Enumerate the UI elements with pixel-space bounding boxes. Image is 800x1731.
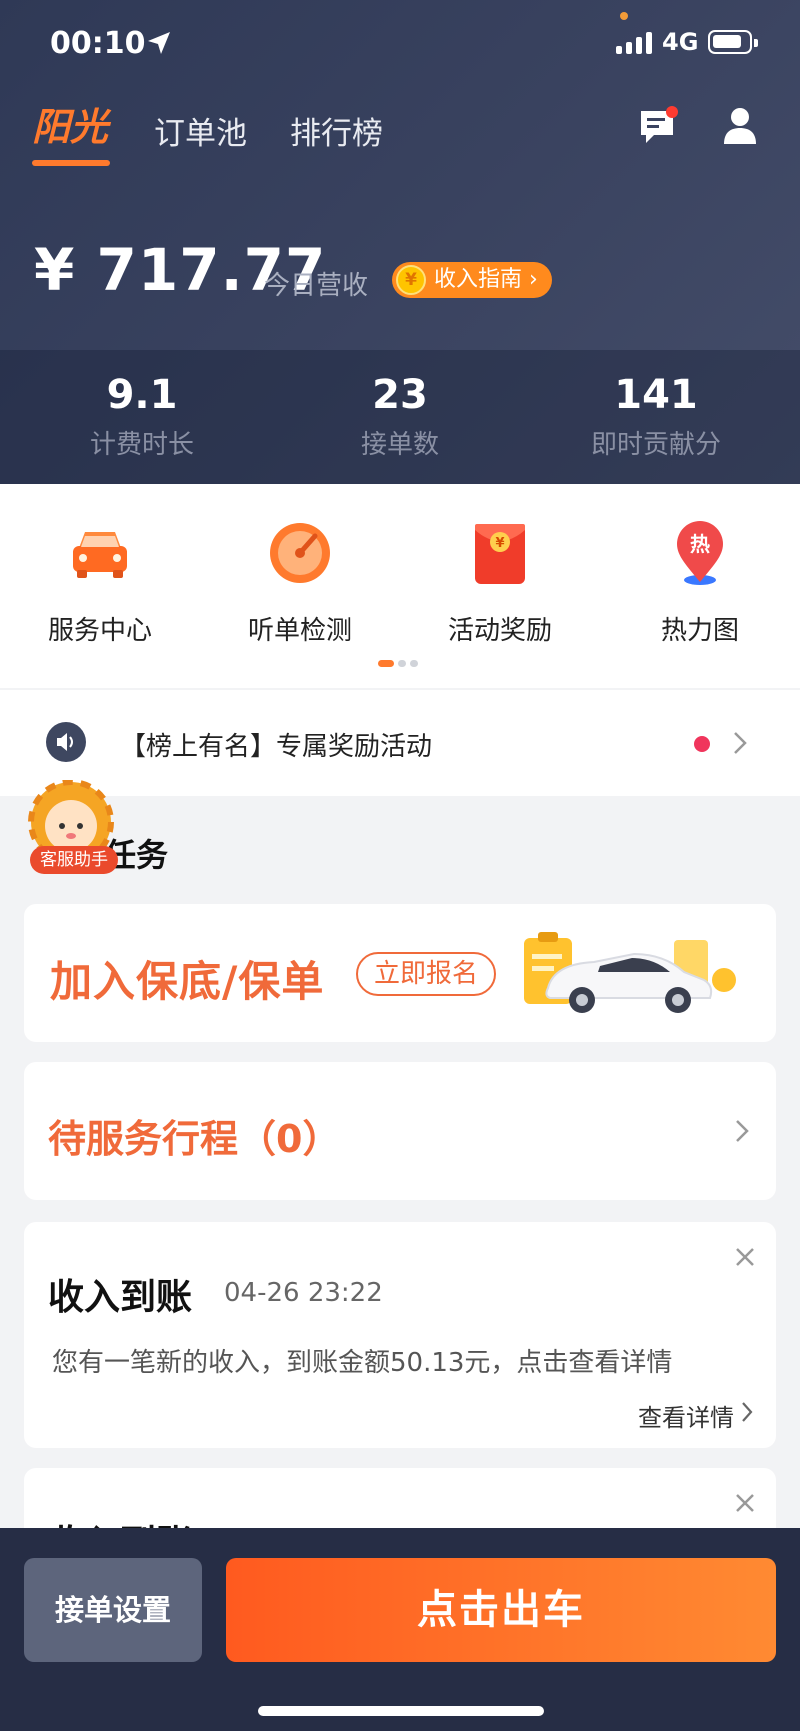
stat-order-count[interactable]: 23 接单数 [280,372,520,461]
stat-billing-hours[interactable]: 9.1 计费时长 [22,372,262,461]
car-icon [65,518,135,588]
user-profile-icon[interactable] [722,106,758,144]
income-title: 收入到账 [48,1277,193,1318]
active-tab-indicator [32,160,110,166]
quick-action-label: 服务中心 [47,616,152,646]
quick-action-heatmap[interactable]: 热 热力图 [600,518,800,647]
unread-dot [666,106,678,118]
stat-label: 即时贡献分 [590,430,721,460]
close-icon[interactable] [734,1492,756,1514]
status-time: 00:10 [50,26,146,61]
header: 00:10 4G 阳光 订单池 排行榜 ¥ 717.77 今日营收 ¥ 收入指南… [0,0,800,484]
coin-icon: ¥ [396,265,426,295]
helper-badge[interactable]: 客服助手 [30,846,118,874]
page-indicator [378,660,418,667]
heatmap-pin-icon: 热 [665,518,735,588]
privacy-indicator-dot [620,12,628,20]
home-indicator[interactable] [258,1706,544,1716]
network-type: 4G [662,28,699,56]
svg-text:¥: ¥ [495,536,504,551]
income-message: 您有一笔新的收入，到账金额50.13元，点击查看详情 [52,1348,673,1378]
speaker-icon [46,722,86,762]
stat-value: 141 [614,372,698,418]
quick-action-label: 听单检测 [247,616,352,646]
status-bar: 00:10 4G [0,0,800,88]
chevron-right-icon [734,732,747,754]
chevron-right-icon [736,1120,749,1142]
pending-trips-card[interactable]: 待服务行程（0） [24,1062,776,1200]
bottom-action-bar: 接单设置 点击出车 [0,1528,800,1731]
stat-label: 接单数 [360,430,439,460]
signup-button[interactable]: 立即报名 [356,952,497,996]
promo-title: 加入保底/保单 [50,957,325,1006]
location-arrow-icon [148,32,170,54]
chevron-right-icon [742,1402,753,1422]
signal-icon [616,32,652,54]
income-guide-label: 收入指南 › [434,267,538,292]
order-settings-button[interactable]: 接单设置 [24,1558,202,1662]
income-notification-card[interactable]: 收入到账 04-26 23:22 您有一笔新的收入，到账金额50.13元，点击查… [24,1222,776,1448]
pending-trips-title: 待服务行程（0） [48,1117,341,1161]
stat-label: 计费时长 [89,430,194,460]
notice-bar[interactable]: 【榜上有名】专属奖励活动 [0,690,800,796]
gauge-icon [265,518,335,588]
quick-action-label: 热力图 [660,616,739,646]
view-details-link[interactable]: 查看详情 [638,1398,734,1433]
stat-value: 9.1 [106,372,178,418]
car-illustration-icon [524,932,736,1013]
quick-action-label: 活动奖励 [447,616,552,646]
stat-value: 23 [372,372,428,418]
quick-action-order-detection[interactable]: 听单检测 [200,518,400,647]
start-driving-button[interactable]: 点击出车 [226,1558,776,1662]
red-envelope-icon: ¥ [465,518,535,588]
tab-order-pool[interactable]: 订单池 [154,108,247,153]
quick-actions: 服务中心 听单检测 ¥ 活动奖励 热 热力图 [0,484,800,688]
notice-text: 【榜上有名】专属奖励活动 [120,732,433,762]
quick-action-rewards[interactable]: ¥ 活动奖励 [400,518,600,647]
insurance-promo-card[interactable]: 加入保底/保单 立即报名 [24,904,776,1042]
today-earnings-label: 今日营收 [264,271,369,301]
tab-yangguang[interactable]: 阳光 [32,96,108,151]
stats-strip: 9.1 计费时长 23 接单数 141 即时贡献分 [0,350,800,484]
stat-contribution-score[interactable]: 141 即时贡献分 [536,372,776,461]
tab-leaderboard[interactable]: 排行榜 [290,108,383,153]
income-time: 04-26 23:22 [224,1278,383,1308]
battery-icon [708,30,758,54]
income-guide-button[interactable]: ¥ 收入指南 › [392,262,552,298]
notice-unread-dot [694,736,710,752]
quick-action-service-center[interactable]: 服务中心 [0,518,200,647]
close-icon[interactable] [734,1246,756,1268]
heatmap-icon-text: 热 [690,532,710,556]
